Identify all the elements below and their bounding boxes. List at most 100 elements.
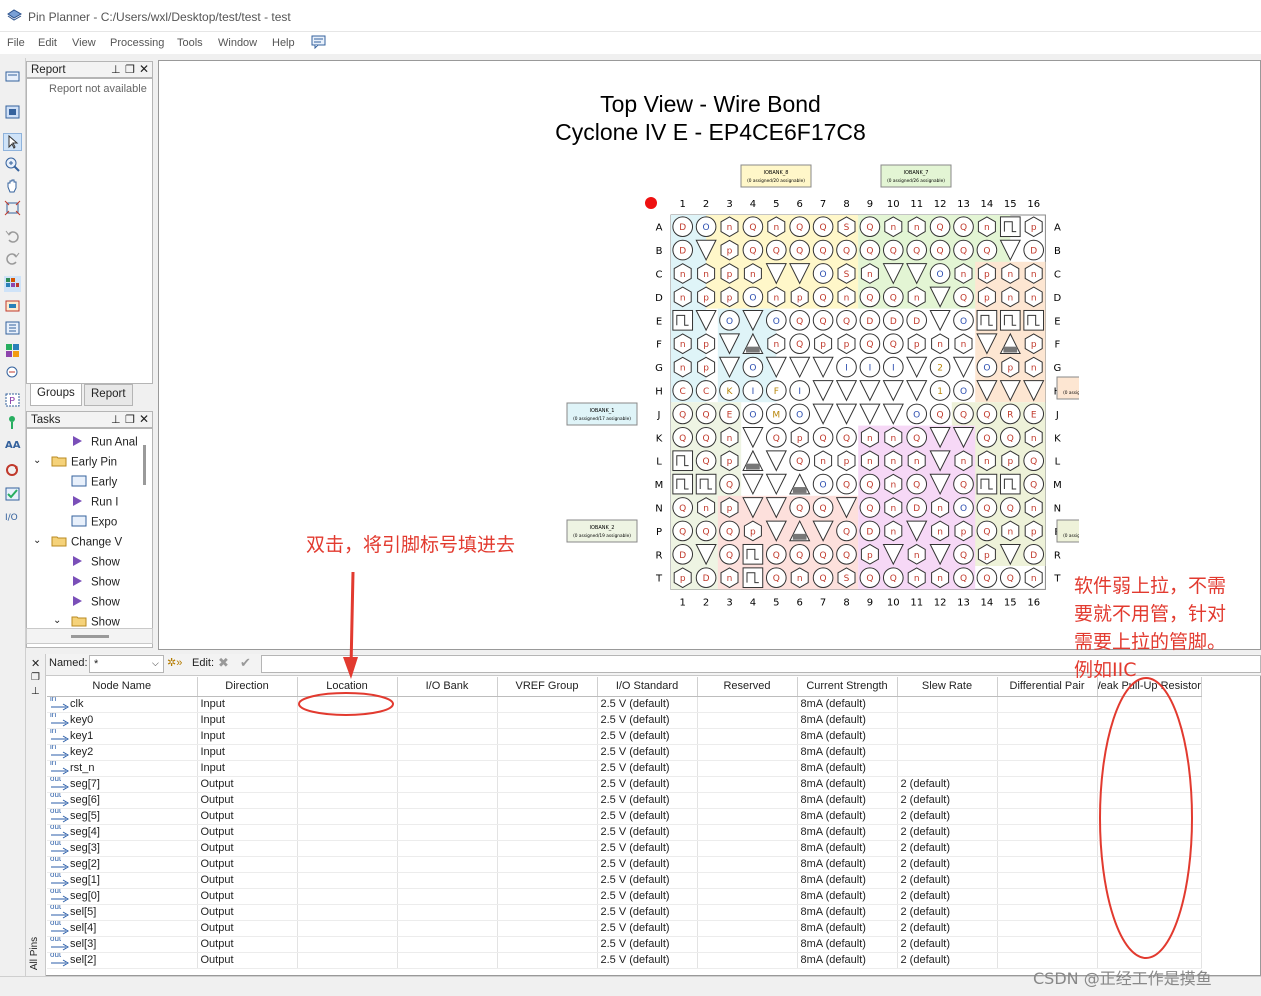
vref-group-cell[interactable] [497,728,598,745]
message-icon[interactable] [311,35,326,49]
differential-pair-cell[interactable] [997,792,1098,809]
reserved-cell[interactable] [697,888,798,905]
close-icon[interactable]: ✕ [31,657,40,670]
vref-group-cell[interactable] [497,824,598,841]
weak-pull-up-cell[interactable] [1097,824,1202,841]
vref-group-cell[interactable] [497,952,598,969]
hand-pan-icon[interactable] [4,178,21,194]
pin-panel-icon[interactable]: ⊥ [31,686,40,697]
current-strength-cell[interactable]: 8mA (default) [797,776,898,793]
location-cell[interactable] [297,936,398,953]
differential-pair-cell[interactable] [997,728,1098,745]
menu-help[interactable]: Help [272,37,295,49]
location-cell[interactable] [297,744,398,761]
tab-groups[interactable]: Groups [30,384,82,406]
direction-cell[interactable]: Input [197,744,298,761]
task-item[interactable]: Show [71,575,120,590]
table-row[interactable]: out sel[2] Output 2.5 V (default) 8mA (defau… [47,952,1202,969]
direction-cell[interactable]: Output [197,888,298,905]
task-item[interactable]: Run I [71,495,119,510]
differential-pair-cell[interactable] [997,744,1098,761]
io-bank-cell[interactable] [397,840,498,857]
vref-group-cell[interactable] [497,712,598,729]
reserved-cell[interactable] [697,952,798,969]
check-pins-icon[interactable] [4,486,21,502]
current-strength-cell[interactable]: 8mA (default) [797,728,898,745]
io-bank-cell[interactable] [397,904,498,921]
differential-pair-cell[interactable] [997,776,1098,793]
reserved-cell[interactable] [697,840,798,857]
io-bank-cell[interactable] [397,920,498,937]
differential-pair-cell[interactable] [997,824,1098,841]
slew-rate-cell[interactable]: 2 (default) [897,936,998,953]
io-standard-cell[interactable]: 2.5 V (default) [597,952,698,969]
table-row[interactable]: out seg[0] Output 2.5 V (default) 8mA (defau… [47,888,1202,905]
task-item[interactable]: ⌄ Change V [33,535,122,550]
column-header-io-standard[interactable]: I/O Standard [597,677,698,697]
io-bank-cell[interactable] [397,936,498,953]
weak-pull-up-cell[interactable] [1097,808,1202,825]
slew-rate-cell[interactable]: 2 (default) [897,824,998,841]
io-bank-label[interactable]: IOBANK_6(0 assigned/14 assignable) [1056,376,1079,400]
message-icon[interactable] [4,70,21,86]
io-bank-label[interactable]: IOBANK_8 (0 assigned/20 assignable) [740,164,812,188]
table-row[interactable]: in key1 Input 2.5 V (default) 8mA (default) [47,728,1202,745]
io-bank-cell[interactable] [397,760,498,777]
io-standard-cell[interactable]: 2.5 V (default) [597,856,698,873]
current-strength-cell[interactable]: 8mA (default) [797,696,898,713]
reserved-cell[interactable] [697,936,798,953]
table-row[interactable]: out sel[3] Output 2.5 V (default) 8mA (defau… [47,936,1202,953]
io-standard-cell[interactable]: 2.5 V (default) [597,904,698,921]
location-cell[interactable] [297,776,398,793]
table-row[interactable]: out sel[5] Output 2.5 V (default) 8mA (defau… [47,904,1202,921]
column-header-reserved[interactable]: Reserved [697,677,798,697]
location-cell[interactable] [297,872,398,889]
direction-cell[interactable]: Input [197,696,298,713]
io-bank-cell[interactable] [397,776,498,793]
io-standard-cell[interactable]: 2.5 V (default) [597,808,698,825]
weak-pull-up-cell[interactable] [1097,744,1202,761]
io-standard-cell[interactable]: 2.5 V (default) [597,824,698,841]
differential-pair-cell[interactable] [997,920,1098,937]
task-item[interactable]: Show [71,555,120,570]
vref-group-cell[interactable] [497,776,598,793]
fpga-package-diagram[interactable]: 1122334455667788991010111112121313141415… [559,163,1079,613]
menu-view[interactable]: View [72,37,96,49]
float-panel-icon[interactable]: ❐ [125,63,135,76]
float-panel-icon[interactable]: ❐ [125,413,135,426]
table-row[interactable]: out seg[6] Output 2.5 V (default) 8mA (defau… [47,792,1202,809]
reserved-cell[interactable] [697,904,798,921]
io-standard-cell[interactable]: 2.5 V (default) [597,696,698,713]
float-panel-icon[interactable]: ❐ [31,672,40,683]
weak-pull-up-cell[interactable] [1097,904,1202,921]
slew-rate-cell[interactable] [897,696,998,713]
table-row[interactable]: in rst_n Input 2.5 V (default) 8mA (default) [47,760,1202,777]
reserved-cell[interactable] [697,872,798,889]
task-item[interactable]: Expo [71,515,117,530]
weak-pull-up-cell[interactable] [1097,712,1202,729]
location-cell[interactable] [297,824,398,841]
reserved-cell[interactable] [697,808,798,825]
assignment-icon[interactable] [4,414,21,430]
location-cell[interactable] [297,856,398,873]
reserved-cell[interactable] [697,744,798,761]
io-standard-cell[interactable]: 2.5 V (default) [597,888,698,905]
weak-pull-up-cell[interactable] [1097,728,1202,745]
location-cell[interactable] [297,904,398,921]
weak-pull-up-cell[interactable] [1097,872,1202,889]
menu-window[interactable]: Window [218,37,257,49]
column-header-vref-group[interactable]: VREF Group [497,677,598,697]
differential-pair-cell[interactable] [997,840,1098,857]
slew-rate-cell[interactable]: 2 (default) [897,920,998,937]
zoom-in-icon[interactable] [4,156,21,172]
differential-pair-icon[interactable] [4,320,21,336]
package-view-icon[interactable] [4,104,21,120]
slew-rate-cell[interactable]: 2 (default) [897,792,998,809]
location-cell[interactable] [297,696,398,713]
slew-rate-cell[interactable]: 2 (default) [897,840,998,857]
task-item[interactable]: Early [71,475,117,490]
tasks-scrollbar[interactable] [143,445,146,485]
vref-group-cell[interactable] [497,920,598,937]
current-strength-cell[interactable]: 8mA (default) [797,872,898,889]
direction-cell[interactable]: Output [197,936,298,953]
